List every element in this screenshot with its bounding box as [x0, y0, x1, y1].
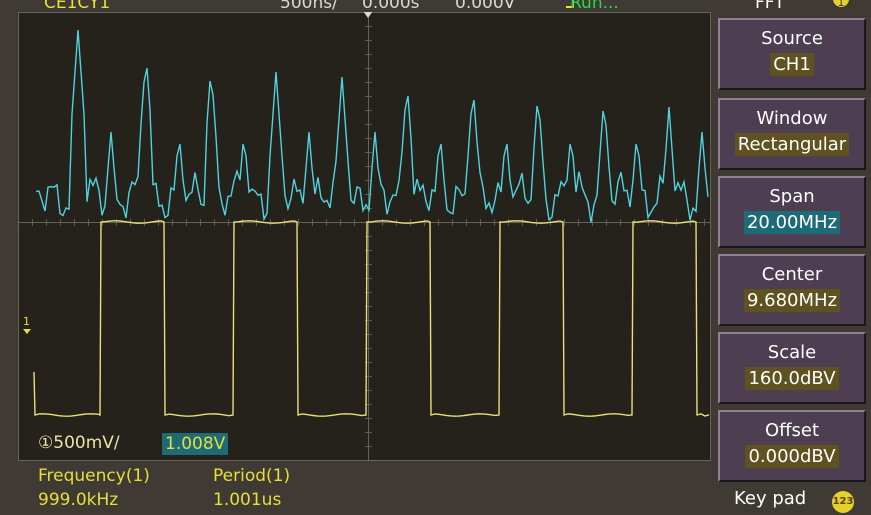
window-label: Window [756, 108, 828, 129]
center-value: 9.680MHz [743, 289, 841, 312]
span-value: 20.00MHz [743, 211, 841, 234]
timebase-readout: 500ns/ [280, 0, 338, 12]
channel-one-circle-icon: 1 [833, 0, 849, 9]
keypad-icon[interactable]: 123 [832, 491, 854, 513]
scale-value: 160.0dBV [745, 367, 839, 390]
channel-scale-value: 500mV/ [53, 433, 120, 453]
channel-offset-value: 1.008V [162, 433, 229, 455]
scale-label: Scale [767, 342, 817, 363]
channel-title: CE1CY1 [44, 0, 111, 12]
waveform-display[interactable]: 1 [18, 12, 711, 461]
horizontal-position-readout: 0.000s [362, 0, 420, 12]
trigger-position-marker-icon [363, 12, 373, 18]
ground-marker-arrow [23, 329, 31, 334]
period-measurement-value: 1.001us [213, 490, 282, 510]
offset-value: 0.000dBV [745, 445, 839, 468]
run-status: Run... [570, 0, 619, 12]
offset-softkey[interactable]: Offset 0.000dBV [718, 410, 866, 482]
span-label: Span [769, 186, 815, 207]
ground-marker-label: 1 [23, 315, 30, 328]
period-measurement-label: Period(1) [213, 466, 291, 486]
center-label: Center [761, 264, 823, 285]
frequency-measurement-label: Frequency(1) [38, 466, 150, 486]
scale-softkey[interactable]: Scale 160.0dBV [718, 332, 866, 404]
trigger-level-readout: 0.000V [455, 0, 516, 12]
mode-label: FFT [755, 0, 785, 12]
channel-one-symbol: ① [38, 433, 54, 453]
source-label: Source [761, 28, 823, 49]
graticule-grid [18, 12, 711, 461]
window-value: Rectangular [734, 133, 850, 156]
channel-scale-readout: ①500mV/ [38, 433, 120, 453]
waveform-canvas: 1 [18, 12, 711, 461]
window-softkey[interactable]: Window Rectangular [718, 98, 866, 170]
source-softkey[interactable]: Source CH1 [718, 18, 866, 90]
ground-marker-icon: 1 [23, 315, 31, 334]
keypad-label[interactable]: Key pad [734, 488, 806, 509]
span-softkey[interactable]: Span 20.00MHz [718, 176, 866, 248]
center-softkey[interactable]: Center 9.680MHz [718, 254, 866, 326]
source-value: CH1 [770, 53, 814, 76]
offset-label: Offset [764, 420, 820, 441]
frequency-measurement-value: 999.0kHz [38, 490, 119, 510]
fft-spectrum-trace [35, 29, 709, 223]
top-status-bar: CE1CY1 500ns/ 0.000s 0.000V Run... FFT 1 [0, 0, 871, 12]
